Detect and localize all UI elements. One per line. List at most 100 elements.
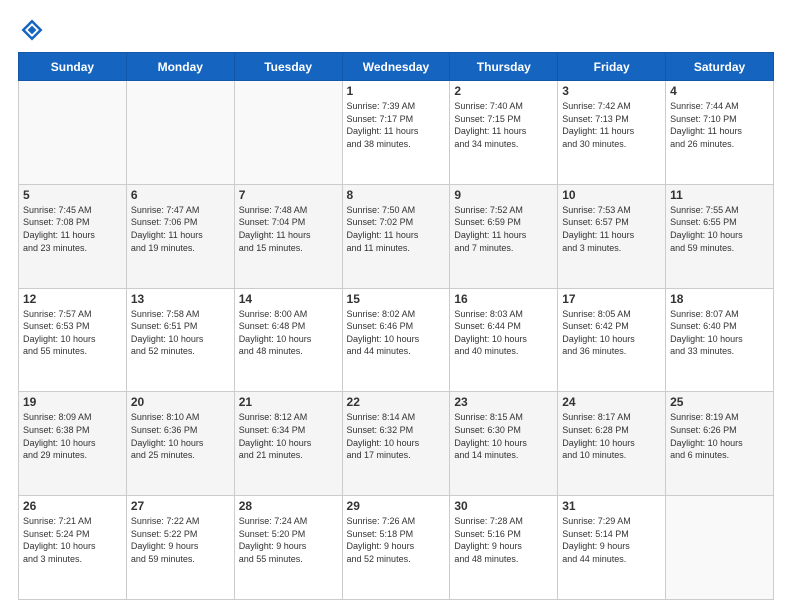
day-number: 12: [23, 292, 122, 306]
calendar-day-cell: 1 Sunrise: 7:39 AM Sunset: 7:17 PM Daylig…: [342, 81, 450, 185]
day-number: 26: [23, 499, 122, 513]
day-number: 31: [562, 499, 661, 513]
day-number: 19: [23, 395, 122, 409]
calendar-day-cell: [234, 81, 342, 185]
day-info: Sunrise: 8:00 AM Sunset: 6:48 PM Dayligh…: [239, 308, 338, 358]
day-info: Sunrise: 8:02 AM Sunset: 6:46 PM Dayligh…: [347, 308, 446, 358]
calendar-day-cell: 19Sunrise: 8:09 AM Sunset: 6:38 PM Dayli…: [19, 392, 127, 496]
calendar-day-cell: 23Sunrise: 8:15 AM Sunset: 6:30 PM Dayli…: [450, 392, 558, 496]
calendar-day-cell: 15 Sunrise: 8:02 AM Sunset: 6:46 PM Dayli…: [342, 288, 450, 392]
calendar-day-cell: 13Sunrise: 7:58 AM Sunset: 6:51 PM Dayli…: [126, 288, 234, 392]
day-number: 11: [670, 188, 769, 202]
calendar-day-cell: 28 Sunrise: 7:24 AM Sunset: 5:20 PM Dayli…: [234, 496, 342, 600]
calendar-week-row: 1 Sunrise: 7:39 AM Sunset: 7:17 PM Daylig…: [19, 81, 774, 185]
day-info: Sunrise: 7:26 AM Sunset: 5:18 PM Dayligh…: [347, 515, 446, 565]
calendar-day-cell: 4Sunrise: 7:44 AM Sunset: 7:10 PM Daylig…: [666, 81, 774, 185]
day-info: Sunrise: 8:05 AM Sunset: 6:42 PM Dayligh…: [562, 308, 661, 358]
day-info: Sunrise: 7:21 AM Sunset: 5:24 PM Dayligh…: [23, 515, 122, 565]
day-number: 20: [131, 395, 230, 409]
day-info: Sunrise: 7:52 AM Sunset: 6:59 PM Dayligh…: [454, 204, 553, 254]
day-number: 15: [347, 292, 446, 306]
calendar-day-cell: [126, 81, 234, 185]
day-number: 28: [239, 499, 338, 513]
calendar-day-cell: 27 Sunrise: 7:22 AM Sunset: 5:22 PM Dayli…: [126, 496, 234, 600]
day-info: Sunrise: 7:50 AM Sunset: 7:02 PM Dayligh…: [347, 204, 446, 254]
day-info: Sunrise: 8:17 AM Sunset: 6:28 PM Dayligh…: [562, 411, 661, 461]
day-info: Sunrise: 8:10 AM Sunset: 6:36 PM Dayligh…: [131, 411, 230, 461]
day-info: Sunrise: 8:15 AM Sunset: 6:30 PM Dayligh…: [454, 411, 553, 461]
day-info: Sunrise: 7:24 AM Sunset: 5:20 PM Dayligh…: [239, 515, 338, 565]
day-number: 13: [131, 292, 230, 306]
calendar-day-cell: 24Sunrise: 8:17 AM Sunset: 6:28 PM Dayli…: [558, 392, 666, 496]
calendar-day-header: Saturday: [666, 53, 774, 81]
calendar-day-cell: 14Sunrise: 8:00 AM Sunset: 6:48 PM Dayli…: [234, 288, 342, 392]
calendar-day-cell: 5 Sunrise: 7:45 AM Sunset: 7:08 PM Daylig…: [19, 184, 127, 288]
calendar-day-cell: 16 Sunrise: 8:03 AM Sunset: 6:44 PM Dayli…: [450, 288, 558, 392]
day-info: Sunrise: 7:40 AM Sunset: 7:15 PM Dayligh…: [454, 100, 553, 150]
day-info: Sunrise: 7:53 AM Sunset: 6:57 PM Dayligh…: [562, 204, 661, 254]
day-number: 27: [131, 499, 230, 513]
calendar-day-header: Sunday: [19, 53, 127, 81]
calendar-day-cell: 11 Sunrise: 7:55 AM Sunset: 6:55 PM Dayli…: [666, 184, 774, 288]
calendar-day-cell: 21 Sunrise: 8:12 AM Sunset: 6:34 PM Dayli…: [234, 392, 342, 496]
calendar-day-header: Friday: [558, 53, 666, 81]
day-number: 30: [454, 499, 553, 513]
day-info: Sunrise: 7:39 AM Sunset: 7:17 PM Dayligh…: [347, 100, 446, 150]
day-number: 29: [347, 499, 446, 513]
calendar-day-cell: 6Sunrise: 7:47 AM Sunset: 7:06 PM Daylig…: [126, 184, 234, 288]
calendar-day-cell: 9 Sunrise: 7:52 AM Sunset: 6:59 PM Daylig…: [450, 184, 558, 288]
day-info: Sunrise: 7:22 AM Sunset: 5:22 PM Dayligh…: [131, 515, 230, 565]
day-info: Sunrise: 7:29 AM Sunset: 5:14 PM Dayligh…: [562, 515, 661, 565]
calendar-day-cell: 25Sunrise: 8:19 AM Sunset: 6:26 PM Dayli…: [666, 392, 774, 496]
calendar-day-cell: 31 Sunrise: 7:29 AM Sunset: 5:14 PM Dayli…: [558, 496, 666, 600]
calendar-day-cell: 20 Sunrise: 8:10 AM Sunset: 6:36 PM Dayli…: [126, 392, 234, 496]
day-number: 21: [239, 395, 338, 409]
calendar-day-cell: 26 Sunrise: 7:21 AM Sunset: 5:24 PM Dayli…: [19, 496, 127, 600]
day-info: Sunrise: 8:14 AM Sunset: 6:32 PM Dayligh…: [347, 411, 446, 461]
calendar-day-cell: 3 Sunrise: 7:42 AM Sunset: 7:13 PM Daylig…: [558, 81, 666, 185]
day-info: Sunrise: 7:28 AM Sunset: 5:16 PM Dayligh…: [454, 515, 553, 565]
calendar-week-row: 19Sunrise: 8:09 AM Sunset: 6:38 PM Dayli…: [19, 392, 774, 496]
day-info: Sunrise: 8:12 AM Sunset: 6:34 PM Dayligh…: [239, 411, 338, 461]
calendar-day-cell: [19, 81, 127, 185]
day-number: 4: [670, 84, 769, 98]
calendar-week-row: 5 Sunrise: 7:45 AM Sunset: 7:08 PM Daylig…: [19, 184, 774, 288]
day-number: 3: [562, 84, 661, 98]
day-number: 5: [23, 188, 122, 202]
day-info: Sunrise: 7:42 AM Sunset: 7:13 PM Dayligh…: [562, 100, 661, 150]
day-number: 10: [562, 188, 661, 202]
day-info: Sunrise: 8:07 AM Sunset: 6:40 PM Dayligh…: [670, 308, 769, 358]
day-info: Sunrise: 7:55 AM Sunset: 6:55 PM Dayligh…: [670, 204, 769, 254]
calendar-week-row: 12Sunrise: 7:57 AM Sunset: 6:53 PM Dayli…: [19, 288, 774, 392]
day-info: Sunrise: 7:45 AM Sunset: 7:08 PM Dayligh…: [23, 204, 122, 254]
calendar-day-cell: 18 Sunrise: 8:07 AM Sunset: 6:40 PM Dayli…: [666, 288, 774, 392]
calendar-day-cell: 2 Sunrise: 7:40 AM Sunset: 7:15 PM Daylig…: [450, 81, 558, 185]
calendar-day-cell: 12Sunrise: 7:57 AM Sunset: 6:53 PM Dayli…: [19, 288, 127, 392]
calendar-day-header: Tuesday: [234, 53, 342, 81]
day-info: Sunrise: 8:03 AM Sunset: 6:44 PM Dayligh…: [454, 308, 553, 358]
day-number: 25: [670, 395, 769, 409]
calendar-day-cell: [666, 496, 774, 600]
logo-icon: [18, 16, 46, 44]
day-number: 2: [454, 84, 553, 98]
day-number: 17: [562, 292, 661, 306]
calendar-day-header: Thursday: [450, 53, 558, 81]
day-number: 16: [454, 292, 553, 306]
calendar-day-cell: 7 Sunrise: 7:48 AM Sunset: 7:04 PM Daylig…: [234, 184, 342, 288]
calendar-day-cell: 8 Sunrise: 7:50 AM Sunset: 7:02 PM Daylig…: [342, 184, 450, 288]
day-number: 1: [347, 84, 446, 98]
day-info: Sunrise: 7:47 AM Sunset: 7:06 PM Dayligh…: [131, 204, 230, 254]
calendar-table: SundayMondayTuesdayWednesdayThursdayFrid…: [18, 52, 774, 600]
calendar-day-cell: 10 Sunrise: 7:53 AM Sunset: 6:57 PM Dayli…: [558, 184, 666, 288]
day-number: 8: [347, 188, 446, 202]
day-info: Sunrise: 7:48 AM Sunset: 7:04 PM Dayligh…: [239, 204, 338, 254]
day-number: 9: [454, 188, 553, 202]
page-header: [18, 16, 774, 44]
day-number: 18: [670, 292, 769, 306]
day-number: 7: [239, 188, 338, 202]
day-number: 22: [347, 395, 446, 409]
calendar-week-row: 26 Sunrise: 7:21 AM Sunset: 5:24 PM Dayli…: [19, 496, 774, 600]
calendar-day-cell: 17 Sunrise: 8:05 AM Sunset: 6:42 PM Dayli…: [558, 288, 666, 392]
calendar-day-header: Wednesday: [342, 53, 450, 81]
calendar-day-header: Monday: [126, 53, 234, 81]
